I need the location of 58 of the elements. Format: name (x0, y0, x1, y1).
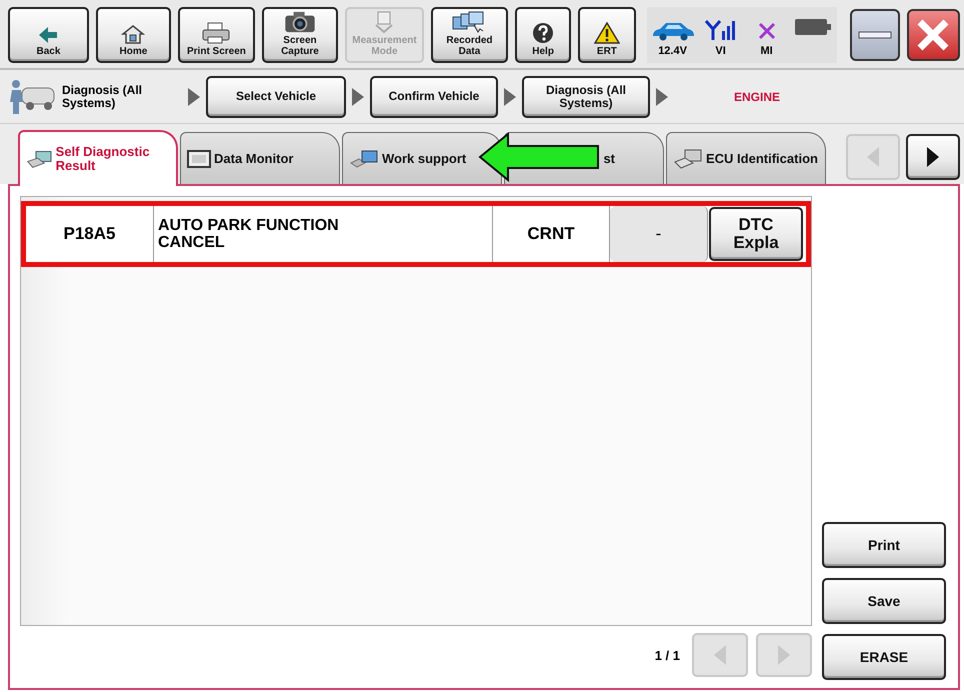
next-tab-button[interactable] (906, 134, 960, 180)
computer-icon (26, 148, 53, 170)
tab[interactable]: Self Diagnostic Result (18, 130, 178, 186)
dtc-code: P18A5 (26, 206, 154, 262)
computer-icon (673, 148, 703, 170)
help-icon (532, 22, 554, 44)
print-button[interactable]: Print Screen (178, 7, 255, 63)
folders-icon (452, 11, 486, 33)
ert-button[interactable]: ERT (578, 7, 636, 63)
step-arrow-icon (656, 88, 668, 106)
step-arrow-icon (352, 88, 364, 106)
table-cell: - (610, 206, 708, 262)
left-triangle-icon (865, 145, 881, 169)
battery-icon (794, 17, 832, 37)
meter-icon (373, 11, 396, 33)
printer-icon (201, 22, 232, 44)
camera-icon (282, 11, 317, 33)
technician-icon (8, 78, 56, 116)
help-button[interactable]: Help (514, 7, 572, 63)
left-triangle-icon (712, 643, 728, 667)
breadcrumb-button[interactable]: Select Vehicle (206, 76, 346, 118)
recorded-button[interactable]: Recorded Data (430, 7, 508, 63)
dtc-description: AUTO PARK FUNCTION CANCEL (154, 206, 493, 262)
status-label: MI (760, 45, 773, 57)
current-screen-label: Diagnosis (All Systems) (62, 84, 144, 110)
signal-icon (704, 19, 738, 41)
tab[interactable]: Data Monitor (180, 132, 340, 184)
home-button[interactable]: Home (96, 7, 171, 63)
back-button[interactable]: Back (8, 7, 89, 63)
close-button[interactable] (906, 9, 960, 61)
back-arrow-icon (38, 26, 58, 44)
step-arrow-icon (504, 88, 516, 106)
right-triangle-icon (776, 643, 792, 667)
action-button[interactable]: ERASE (822, 634, 946, 680)
result-row[interactable]: P18A5 AUTO PARK FUNCTION CANCEL CRNT - DTC Expla (21, 201, 811, 267)
tab[interactable]: ECU Identification (666, 132, 826, 184)
tab[interactable]: Work support (342, 132, 502, 184)
monitor-icon (187, 148, 211, 168)
status-label: 12.4V (658, 45, 687, 57)
action-button[interactable]: Save (822, 578, 946, 624)
step-arrow-icon (188, 88, 200, 106)
camera-button[interactable]: Screen Capture (262, 7, 338, 63)
breadcrumb-button[interactable]: Diagnosis (All Systems) (522, 76, 650, 118)
action-button[interactable]: Print (822, 522, 946, 568)
dtc-explanation-button[interactable]: DTC Expla (709, 207, 803, 261)
status-label: VI (715, 45, 726, 57)
right-triangle-icon (925, 145, 941, 169)
car-icon (650, 21, 695, 41)
minimize-icon (858, 31, 892, 39)
page-indicator: 1 / 1 (654, 648, 680, 662)
computer-icon (349, 148, 379, 168)
cross-icon (756, 21, 777, 41)
warning-icon (594, 22, 620, 44)
home-icon (121, 24, 146, 44)
breadcrumb-button[interactable]: Confirm Vehicle (370, 76, 498, 118)
system-label: ENGINE (734, 90, 780, 104)
minimize-button[interactable] (850, 9, 900, 61)
close-icon (916, 18, 950, 52)
